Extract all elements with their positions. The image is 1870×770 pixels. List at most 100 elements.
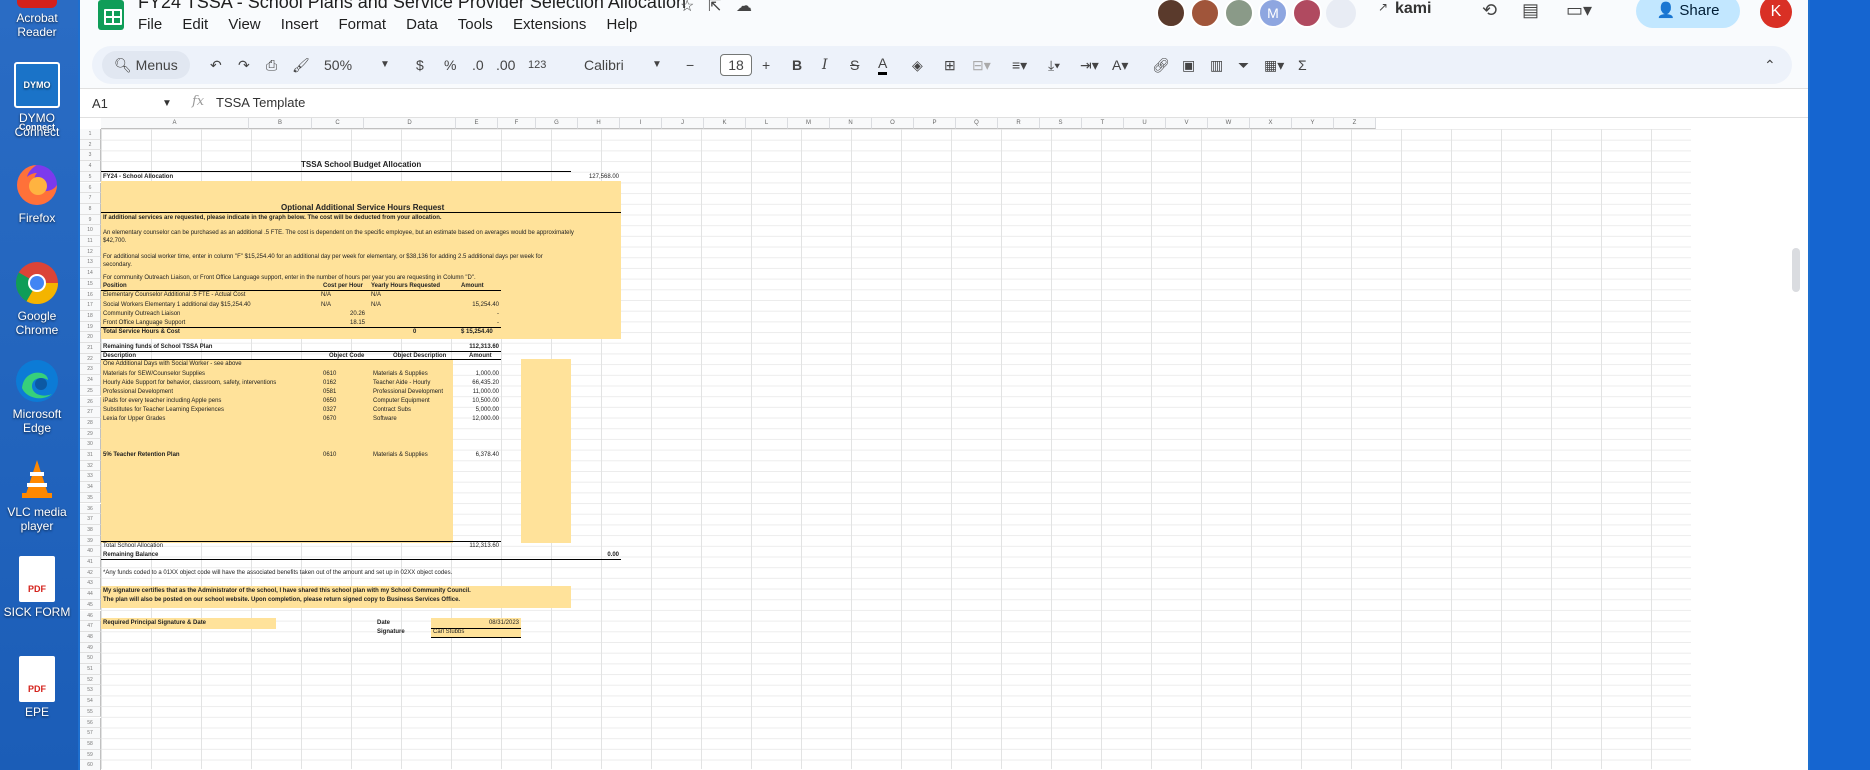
row-header[interactable]: 55: [80, 706, 101, 718]
desktop-icon-sick-form[interactable]: PDF SICK FORM: [0, 556, 74, 619]
plan-object-code[interactable]: 0610: [323, 370, 336, 378]
row-header[interactable]: 18: [80, 310, 101, 322]
row-header[interactable]: 14: [80, 268, 101, 279]
meet-video-icon[interactable]: ▭▾: [1566, 0, 1592, 21]
menu-edit[interactable]: Edit: [182, 16, 208, 33]
menu-format[interactable]: Format: [338, 16, 386, 33]
row-header[interactable]: 8: [80, 203, 101, 215]
desktop-icon-epe[interactable]: PDF EPE: [0, 656, 74, 719]
italic-button[interactable]: I: [822, 55, 828, 75]
row-header[interactable]: 37: [80, 514, 101, 525]
date-value[interactable]: 08/31/2023: [471, 619, 519, 627]
row-header[interactable]: 35: [80, 492, 101, 504]
row-header[interactable]: 3: [80, 150, 101, 162]
row-header[interactable]: 52: [80, 674, 101, 686]
signature-value[interactable]: Carl Stubbs: [433, 628, 464, 636]
column-header[interactable]: I: [620, 118, 662, 129]
row-header[interactable]: 16: [80, 289, 101, 301]
column-header[interactable]: A: [101, 118, 249, 129]
collapse-toolbar-icon[interactable]: ⌃: [1764, 55, 1776, 75]
column-header[interactable]: P: [914, 118, 956, 129]
row-header[interactable]: 21: [80, 343, 101, 354]
row-header[interactable]: 7: [80, 193, 101, 204]
column-header[interactable]: E: [456, 118, 498, 129]
row-header[interactable]: 27: [80, 407, 101, 418]
row-header[interactable]: 40: [80, 546, 101, 557]
font-select[interactable]: Calibri: [584, 55, 624, 75]
row-header[interactable]: 9: [80, 214, 101, 226]
row-header[interactable]: 29: [80, 428, 101, 440]
menu-help[interactable]: Help: [607, 16, 638, 33]
version-history-icon[interactable]: ⟲: [1482, 0, 1497, 21]
column-header[interactable]: Z: [1334, 118, 1376, 129]
row-header[interactable]: 38: [80, 524, 101, 536]
column-header[interactable]: W: [1208, 118, 1250, 129]
insert-link-icon[interactable]: 🔗︎: [1152, 55, 1170, 75]
spreadsheet-grid[interactable]: ABCDEFGHIJKLMNOPQRSTUVWXYZ 1 2 3 4 5 6 7 8 9 10 11…: [80, 118, 1808, 770]
column-header[interactable]: M: [788, 118, 830, 129]
paint-format-icon[interactable]: 🖌︎: [292, 55, 310, 75]
column-header[interactable]: U: [1124, 118, 1166, 129]
row-header[interactable]: 48: [80, 631, 101, 643]
column-header[interactable]: B: [249, 118, 312, 129]
comments-icon[interactable]: ▤: [1522, 0, 1539, 21]
row-header[interactable]: 17: [80, 300, 101, 311]
row-header[interactable]: 23: [80, 364, 101, 376]
row-header[interactable]: 20: [80, 332, 101, 343]
text-rotation-icon[interactable]: A▾: [1112, 55, 1128, 75]
row-header[interactable]: 47: [80, 621, 101, 632]
row-header[interactable]: 53: [80, 685, 101, 697]
row-header[interactable]: 49: [80, 642, 101, 654]
sheet-cells[interactable]: TSSA School Budget Allocation FY24 - Sch…: [101, 129, 1691, 769]
column-header[interactable]: D: [364, 118, 456, 129]
menu-view[interactable]: View: [228, 16, 260, 33]
vertical-align-icon[interactable]: ⤓▾: [1048, 55, 1060, 75]
row-header[interactable]: 19: [80, 321, 101, 333]
row-header[interactable]: 57: [80, 728, 101, 739]
column-header[interactable]: H: [578, 118, 620, 129]
strikethrough-icon[interactable]: S: [850, 55, 859, 75]
row-header[interactable]: 54: [80, 696, 101, 707]
row-header[interactable]: 15: [80, 278, 101, 290]
row-header[interactable]: 46: [80, 610, 101, 622]
cloud-status-icon[interactable]: ☁: [736, 0, 752, 16]
column-header[interactable]: R: [998, 118, 1040, 129]
row-header[interactable]: 41: [80, 557, 101, 568]
row-header[interactable]: 56: [80, 717, 101, 729]
filter-views-icon[interactable]: ▦▾: [1264, 55, 1284, 75]
row-header[interactable]: 2: [80, 139, 101, 151]
horizontal-align-icon[interactable]: ≡▾: [1012, 55, 1027, 75]
undo-icon[interactable]: ↶: [210, 55, 222, 75]
column-header[interactable]: Q: [956, 118, 998, 129]
column-header[interactable]: O: [872, 118, 914, 129]
more-formats-button[interactable]: 123: [528, 55, 546, 75]
row-header[interactable]: 33: [80, 471, 101, 483]
row-header[interactable]: 58: [80, 738, 101, 750]
row-header[interactable]: 25: [80, 385, 101, 397]
print-icon[interactable]: ⎙: [266, 55, 277, 75]
font-size-decrease-icon[interactable]: −: [686, 55, 694, 75]
row-header[interactable]: 50: [80, 653, 101, 664]
desktop-icon-acrobat[interactable]: Acrobat Reader: [0, 0, 74, 39]
menu-insert[interactable]: Insert: [281, 16, 319, 33]
row-header[interactable]: 39: [80, 535, 101, 547]
redo-icon[interactable]: ↷: [238, 55, 250, 75]
menu-tools[interactable]: Tools: [458, 16, 493, 33]
insert-comment-icon[interactable]: ▣: [1182, 55, 1195, 75]
text-wrap-icon[interactable]: ⇥▾: [1080, 55, 1099, 75]
row-header[interactable]: 31: [80, 450, 101, 461]
profile-avatar[interactable]: K: [1760, 0, 1792, 28]
row-header[interactable]: 6: [80, 182, 101, 194]
collaborator-avatar[interactable]: [1292, 0, 1322, 28]
desktop-icon-dymo[interactable]: DYMO Connect DYMO Connect: [0, 62, 74, 139]
text-color-icon[interactable]: A: [878, 55, 888, 75]
column-header[interactable]: N: [830, 118, 872, 129]
zoom-select[interactable]: 50%: [324, 55, 352, 75]
menu-extensions[interactable]: Extensions: [513, 16, 586, 33]
menu-data[interactable]: Data: [406, 16, 438, 33]
row-header[interactable]: 11: [80, 236, 101, 247]
decrease-decimal-button[interactable]: .0: [472, 55, 484, 75]
chevron-down-icon[interactable]: ▼: [380, 55, 390, 75]
star-icon[interactable]: ☆: [680, 0, 694, 16]
column-header[interactable]: V: [1166, 118, 1208, 129]
